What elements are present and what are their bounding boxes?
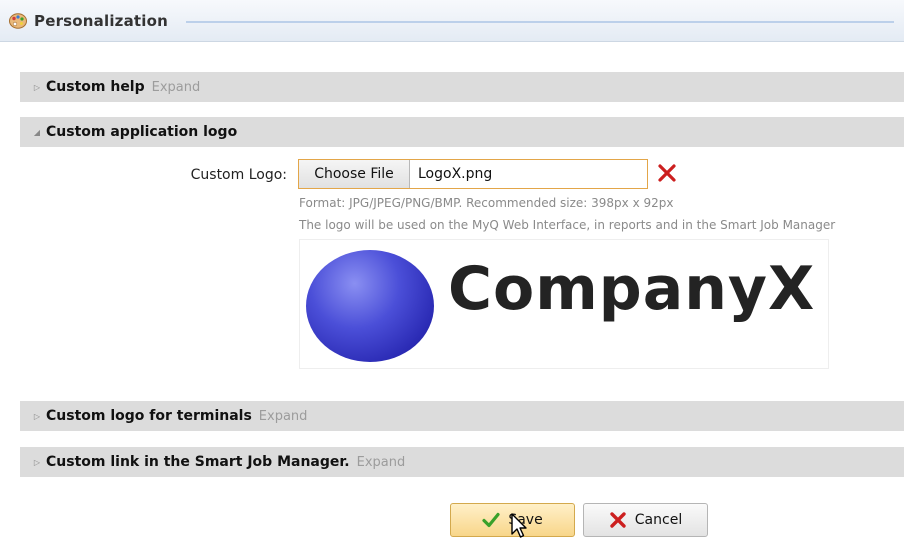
cancel-button-label: Cancel [634,512,683,528]
expanded-arrow-icon: ◢ [33,127,41,137]
section-label: Custom link in the Smart Job Manager. [46,454,350,470]
palette-icon [9,13,27,29]
choose-file-button[interactable]: Choose File [299,160,410,188]
section-label: Custom logo for terminals [46,408,252,424]
custom-logo-label: Custom Logo: [190,167,287,183]
checkmark-icon [482,512,500,528]
collapsed-arrow-icon: ▷ [33,82,41,92]
mouse-pointer-icon [511,513,527,538]
section-custom-help[interactable]: ▷ Custom help Expand [20,72,904,102]
cancel-x-icon [610,512,626,528]
section-custom-logo-terminals[interactable]: ▷ Custom logo for terminals Expand [20,401,904,431]
cancel-button[interactable]: Cancel [583,503,708,537]
section-custom-link[interactable]: ▷ Custom link in the Smart Job Manager. … [20,447,904,477]
custom-logo-file-input[interactable]: Choose File LogoX.png [298,159,648,189]
title-divider [186,21,894,23]
collapsed-arrow-icon: ▷ [33,411,41,421]
section-custom-application-logo[interactable]: ◢ Custom application logo [20,117,904,147]
format-hint: Format: JPG/JPEG/PNG/BMP. Recommended si… [299,196,674,210]
logo-sphere-image [306,250,434,362]
expand-link[interactable]: Expand [259,409,308,424]
section-label: Custom help [46,79,145,95]
custom-logo-row: Custom Logo: Choose File LogoX.png [20,159,904,191]
usage-hint: The logo will be used on the MyQ Web Int… [299,218,836,232]
personalization-page: Personalization ▷ Custom help Expand ◢ C… [0,0,904,544]
logo-preview: CompanyX [299,239,829,369]
remove-x-icon[interactable] [656,162,678,184]
logo-preview-text: CompanyX [448,254,816,324]
collapsed-arrow-icon: ▷ [33,457,41,467]
selected-file-name: LogoX.png [418,166,493,182]
expand-link[interactable]: Expand [152,80,201,95]
page-title: Personalization [34,12,169,30]
title-bar: Personalization [0,0,904,42]
expand-link[interactable]: Expand [357,455,406,470]
section-label: Custom application logo [46,124,238,140]
